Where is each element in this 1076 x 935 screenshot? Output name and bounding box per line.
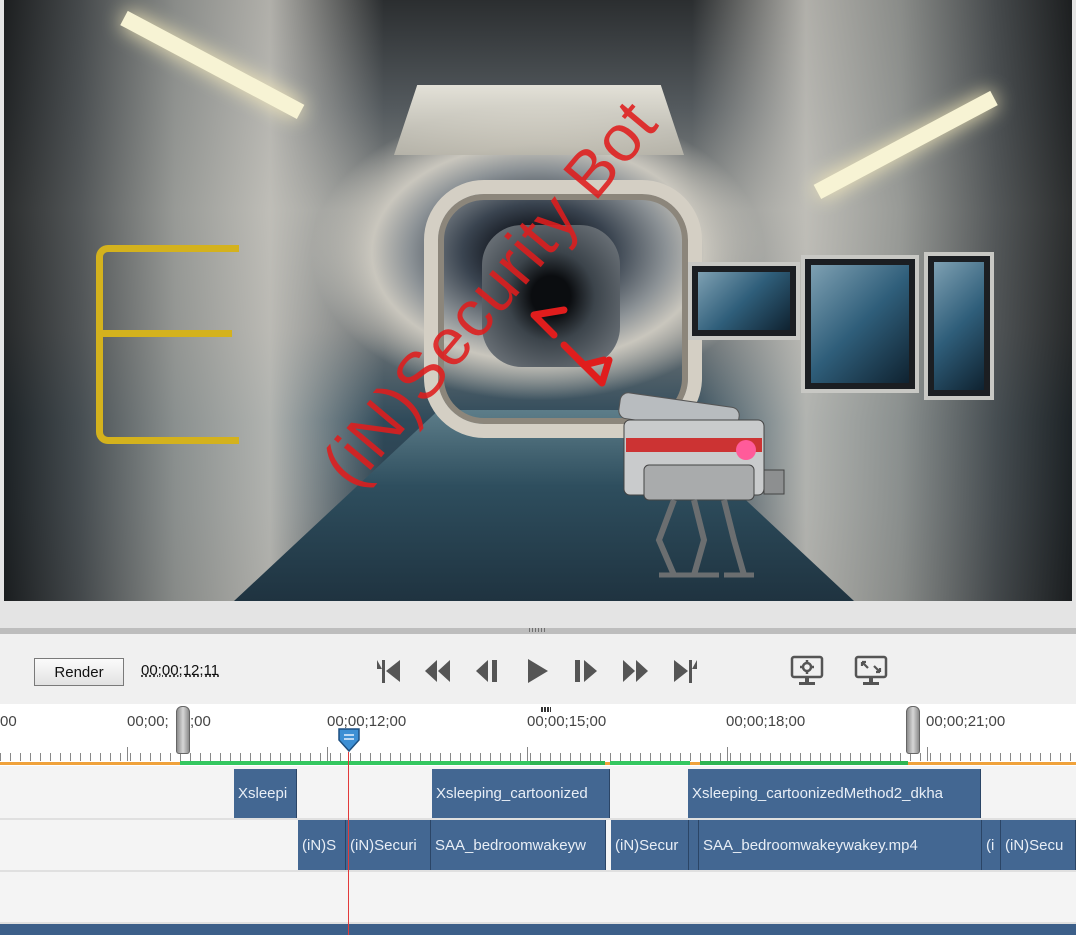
- work-area-range[interactable]: [180, 761, 530, 765]
- next-frame-icon[interactable]: [568, 654, 604, 688]
- playhead-handle-icon[interactable]: [338, 728, 360, 752]
- preview-frame: (iN)Security Bot: [4, 0, 1072, 601]
- splitter-grip-icon[interactable]: [529, 628, 545, 632]
- timeline-clip[interactable]: SAA_bedroomwakeywakey.mp4: [699, 820, 982, 870]
- work-area-range[interactable]: [530, 761, 605, 765]
- timeline-tracks: Xsleepi Xsleeping_cartoonized Xsleeping_…: [0, 766, 1076, 935]
- timeline-clip[interactable]: [689, 820, 699, 870]
- ruler-label: 00;00;18;00: [726, 713, 806, 730]
- play-icon[interactable]: [519, 654, 555, 688]
- region-marker-icon[interactable]: [541, 707, 551, 712]
- timeline-clip[interactable]: (i: [982, 820, 1001, 870]
- yellow-handrail: [96, 245, 239, 444]
- timeline-clip[interactable]: (iN)Secur: [611, 820, 689, 870]
- fast-forward-icon[interactable]: [618, 654, 654, 688]
- previous-frame-icon[interactable]: [469, 654, 505, 688]
- track-row[interactable]: Xsleepi Xsleeping_cartoonized Xsleeping_…: [0, 766, 1076, 820]
- console-monitor: [688, 262, 800, 340]
- timeline-clip[interactable]: (iN)Secu: [1001, 820, 1076, 870]
- ruler-label: 00: [0, 713, 17, 730]
- console-monitor: [924, 252, 994, 400]
- go-to-start-icon[interactable]: [370, 654, 406, 688]
- red-chevrons-graphic: [530, 306, 613, 387]
- timeline-clip[interactable]: (iN)S: [298, 820, 346, 870]
- security-robot-graphic: [618, 392, 785, 578]
- ruler-label: ;00: [190, 713, 211, 730]
- timeline-clip[interactable]: Xsleeping_cartoonized: [432, 769, 610, 818]
- preview-settings-icon[interactable]: [789, 654, 825, 688]
- video-preview-panel: (iN)Security Bot: [0, 0, 1076, 628]
- timeline-ruler[interactable]: 00 00;00; ;00 00;00;12;00 00;00;15;00 00…: [0, 704, 1076, 766]
- timeline-clip[interactable]: Xsleepi: [234, 769, 297, 818]
- track-row[interactable]: [0, 924, 1076, 935]
- timeline-clip[interactable]: SAA_bedroomwakeyw: [431, 820, 606, 870]
- track-row[interactable]: [0, 872, 1076, 924]
- work-area-range[interactable]: [700, 761, 908, 765]
- ruler-label: 00;00;: [127, 713, 169, 730]
- ruler-label: 00;00;21;00: [926, 713, 1006, 730]
- loop-start-marker[interactable]: [176, 706, 190, 754]
- go-to-end-icon[interactable]: [668, 654, 704, 688]
- timeline-clip[interactable]: (iN)Securi: [346, 820, 431, 870]
- work-area-range[interactable]: [610, 761, 690, 765]
- render-button[interactable]: Render: [34, 658, 124, 686]
- fullscreen-preview-icon[interactable]: [853, 654, 889, 688]
- loop-end-marker[interactable]: [906, 706, 920, 754]
- playhead-line[interactable]: [348, 752, 349, 935]
- current-timecode[interactable]: 00;00;12;11: [141, 662, 219, 679]
- timeline-clip[interactable]: Xsleeping_cartoonizedMethod2_dkha: [688, 769, 981, 818]
- console-monitor: [801, 255, 919, 393]
- track-row[interactable]: (iN)S (iN)Securi SAA_bedroomwakeyw (iN)S…: [0, 820, 1076, 872]
- transport-bar: Render 00;00;12;11: [0, 634, 1076, 704]
- ruler-label: 00;00;15;00: [527, 713, 607, 730]
- rewind-icon[interactable]: [419, 654, 455, 688]
- yellow-handrail-bar: [96, 330, 232, 337]
